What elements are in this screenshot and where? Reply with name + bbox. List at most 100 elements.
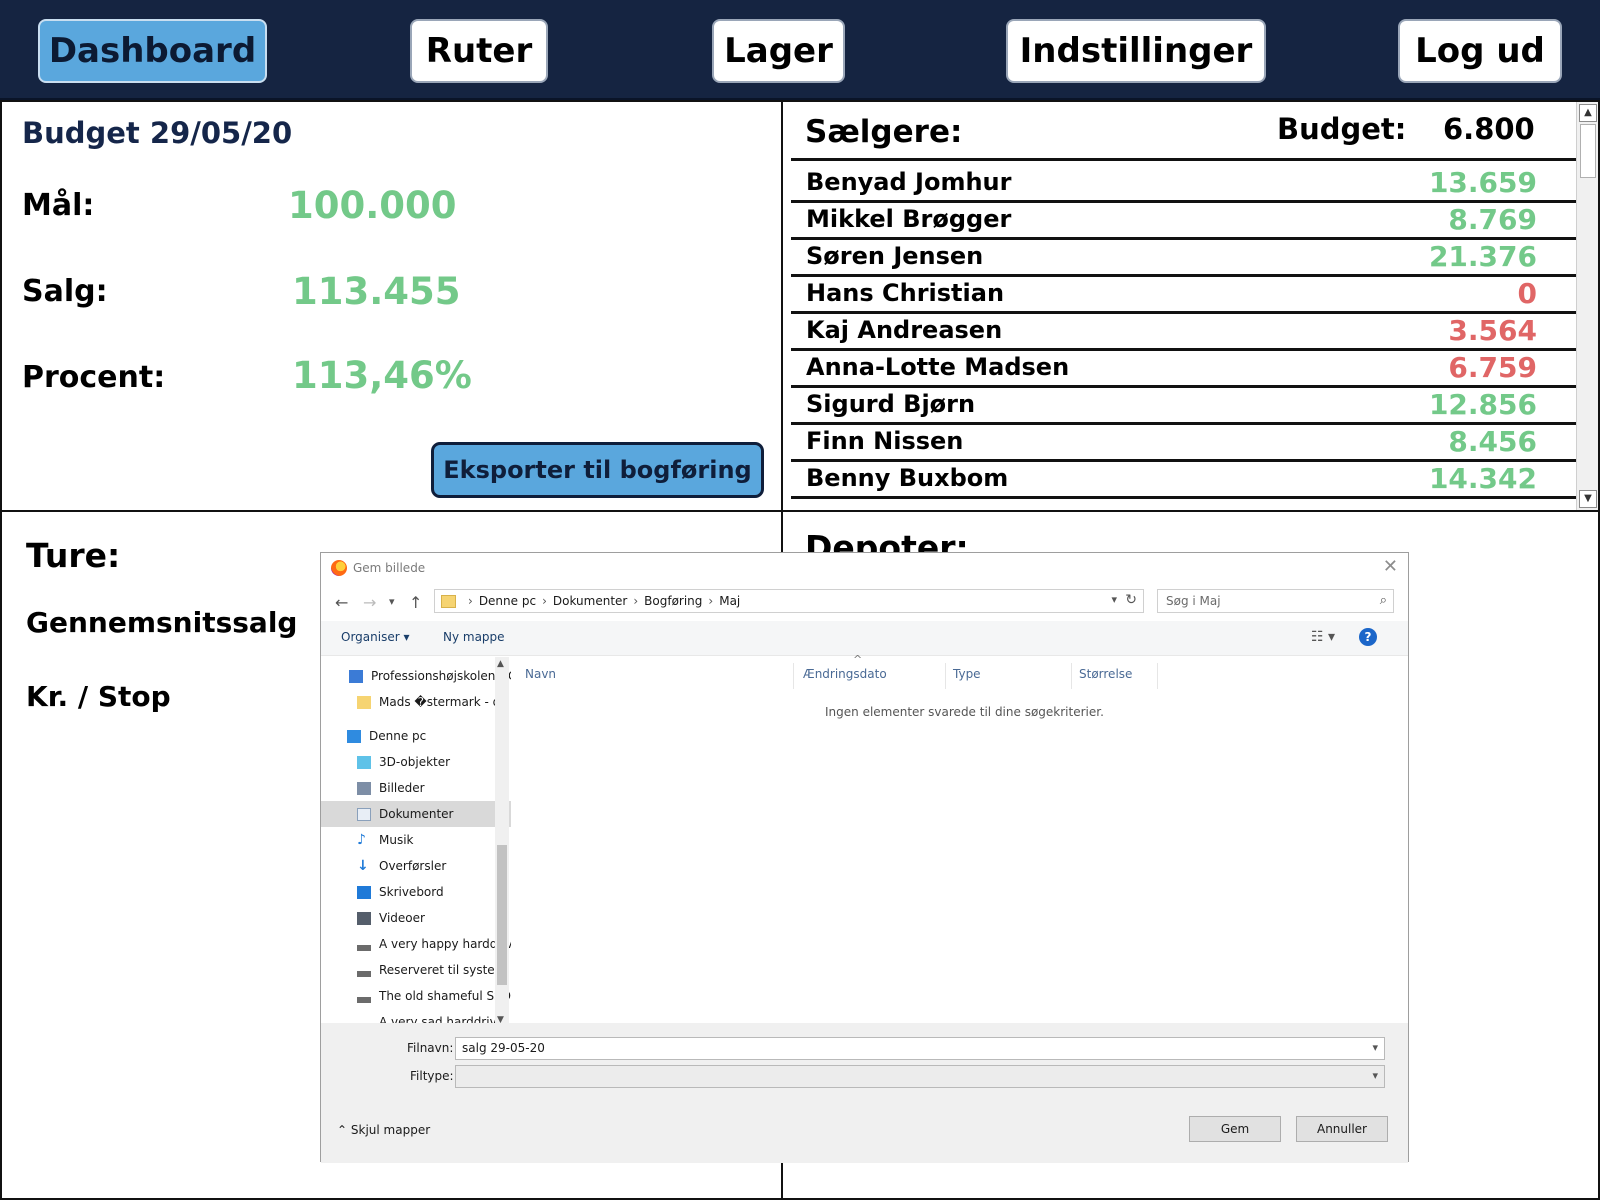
seller-row[interactable]: Finn Nissen 8.456 (791, 425, 1577, 462)
column-size-header[interactable]: Størrelse (1079, 667, 1132, 681)
budget-title: Budget 29/05/20 (22, 116, 293, 150)
sellers-budget-value: 6.800 (1443, 112, 1535, 146)
seller-row[interactable]: Sigurd Bjørn 12.856 (791, 388, 1577, 425)
seller-name: Anna-Lotte Madsen (806, 353, 1070, 381)
nav-item-label: Denne pc (369, 729, 427, 743)
filename-input[interactable]: salg 29-05-20 ▾ (455, 1037, 1385, 1060)
header-divider (791, 158, 1577, 161)
column-date-header[interactable]: Ændringsdato (803, 667, 887, 681)
download-icon: ↓ (357, 857, 369, 874)
nav-item-documents[interactable]: Dokumenter (321, 801, 511, 827)
scroll-thumb[interactable] (1580, 124, 1596, 178)
column-type-header[interactable]: Type (953, 667, 981, 681)
chevron-up-icon[interactable]: ▲ (497, 659, 504, 669)
nav-item-desktop[interactable]: Skrivebord (321, 879, 511, 905)
seller-sales-value: 21.376 (1428, 240, 1537, 273)
sellers-list: Benyad Jomhur 13.659 Mikkel Brøgger 8.76… (791, 166, 1577, 499)
nav-item-drive-ssd[interactable]: The old shameful SSD (321, 983, 511, 1009)
nav-item-downloads[interactable]: ↓ Overførsler (321, 853, 511, 879)
chevron-up-icon: ⌃ (337, 1123, 348, 1137)
sales-label: Salg: (22, 274, 108, 309)
nav-item-pictures[interactable]: Billeder (321, 775, 511, 801)
documents-icon (357, 807, 371, 821)
nav-item-label: Reserveret til system (379, 963, 507, 977)
help-icon[interactable]: ? (1359, 628, 1377, 646)
seller-name: Benny Buxbom (806, 464, 1009, 492)
export-bookkeeping-button[interactable]: Eksporter til bogføring (431, 442, 764, 498)
sellers-title: Sælgere: (805, 114, 963, 150)
scroll-up-icon[interactable]: ▲ (1579, 104, 1597, 122)
chevron-down-icon[interactable]: ▾ (1111, 593, 1117, 606)
seller-row[interactable]: Anna-Lotte Madsen 6.759 (791, 351, 1577, 388)
seller-name: Finn Nissen (806, 427, 964, 455)
computer-icon (347, 729, 361, 743)
view-options-icon[interactable]: ☷ ▾ (1311, 629, 1335, 645)
up-arrow-icon[interactable]: ↑ (409, 593, 422, 612)
dialog-title: Gem billede (353, 561, 426, 575)
breadcrumb-item[interactable]: Denne pc (479, 594, 536, 608)
filetype-select[interactable]: ▾ (455, 1065, 1385, 1088)
average-sales-label: Gennemsnitssalg (26, 606, 298, 639)
nav-item-label: A very happy harddrive (379, 937, 511, 951)
address-bar[interactable]: › Denne pc › Dokumenter › Bogføring › Ma… (434, 589, 1144, 613)
seller-row[interactable]: Søren Jensen 21.376 (791, 240, 1577, 277)
hide-folders-toggle[interactable]: ⌃ Skjul mapper (337, 1123, 430, 1137)
file-list-area[interactable]: ^ Navn Ændringsdato Type Størrelse Ingen… (513, 653, 1394, 1037)
nav-indstillinger-button[interactable]: Indstillinger (1006, 19, 1266, 83)
nav-item-this-pc[interactable]: Denne pc (321, 723, 511, 749)
nav-lager-button[interactable]: Lager (712, 19, 845, 83)
breadcrumb-item[interactable]: Bogføring (644, 594, 702, 608)
search-input[interactable]: Søg i Maj ⌕ (1157, 589, 1394, 613)
cancel-button[interactable]: Annuller (1296, 1116, 1388, 1142)
back-arrow-icon[interactable]: ← (335, 593, 348, 612)
nav-dashboard-button[interactable]: Dashboard (38, 19, 267, 83)
nav-item-label: Musik (379, 833, 414, 847)
goal-value: 100.000 (288, 184, 457, 227)
column-divider (1071, 663, 1072, 689)
organize-menu[interactable]: Organiser ▾ (341, 630, 410, 644)
sellers-scrollbar[interactable]: ▲ ▼ (1576, 102, 1598, 510)
nav-logout-button[interactable]: Log ud (1398, 19, 1562, 83)
scroll-thumb[interactable] (497, 845, 507, 985)
recent-chevron-icon[interactable]: ▾ (389, 595, 395, 608)
nav-item-drive-happy[interactable]: A very happy harddrive (321, 931, 511, 957)
nav-item-3d-objects[interactable]: 3D-objekter (321, 749, 511, 775)
nav-item-music[interactable]: ♪ Musik (321, 827, 511, 853)
nav-ruter-button[interactable]: Ruter (410, 19, 548, 83)
nav-item-videos[interactable]: Videoer (321, 905, 511, 931)
close-icon[interactable]: ✕ (1383, 556, 1398, 577)
chevron-right-icon: › (633, 594, 639, 608)
desktop-icon (357, 885, 371, 899)
breadcrumb-item[interactable]: Maj (719, 594, 740, 608)
nav-item-drive-reserved[interactable]: Reserveret til system (321, 957, 511, 983)
pictures-icon (357, 781, 371, 795)
seller-row[interactable]: Hans Christian 0 (791, 277, 1577, 314)
seller-row[interactable]: Mikkel Brøgger 8.769 (791, 203, 1577, 240)
refresh-icon[interactable]: ↻ (1125, 592, 1137, 608)
seller-row[interactable]: Benyad Jomhur 13.659 (791, 166, 1577, 203)
chevron-right-icon: › (542, 594, 547, 608)
nav-pane-scrollbar[interactable]: ▲ ▼ (495, 657, 509, 1035)
seller-sales-value: 3.564 (1448, 314, 1537, 347)
breadcrumb-item[interactable]: Dokumenter (553, 594, 627, 608)
chevron-down-icon[interactable]: ▾ (1372, 1069, 1378, 1082)
seller-row[interactable]: Kaj Andreasen 3.564 (791, 314, 1577, 351)
nav-item-label: Billeder (379, 781, 425, 795)
search-placeholder: Søg i Maj (1166, 594, 1221, 608)
scroll-down-icon[interactable]: ▼ (1579, 490, 1597, 508)
chevron-down-icon[interactable]: ▾ (1372, 1041, 1378, 1054)
drive-icon (357, 937, 371, 951)
seller-sales-value: 8.769 (1448, 203, 1537, 236)
forward-arrow-icon[interactable]: → (363, 593, 376, 612)
column-name-header[interactable]: Navn (525, 667, 556, 681)
nav-item-ucn[interactable]: Professionshøjskolen UCN (321, 663, 511, 689)
chevron-right-icon: › (468, 594, 473, 608)
nav-item-onedrive-folder[interactable]: Mads �stermark - d (321, 689, 511, 715)
new-folder-button[interactable]: Ny mappe (443, 630, 505, 644)
building-icon (349, 669, 363, 683)
seller-name: Kaj Andreasen (806, 316, 1003, 344)
seller-row[interactable]: Benny Buxbom 14.342 (791, 462, 1577, 499)
save-button[interactable]: Gem (1189, 1116, 1281, 1142)
per-stop-label: Kr. / Stop (26, 680, 171, 713)
filename-value: salg 29-05-20 (462, 1041, 545, 1055)
